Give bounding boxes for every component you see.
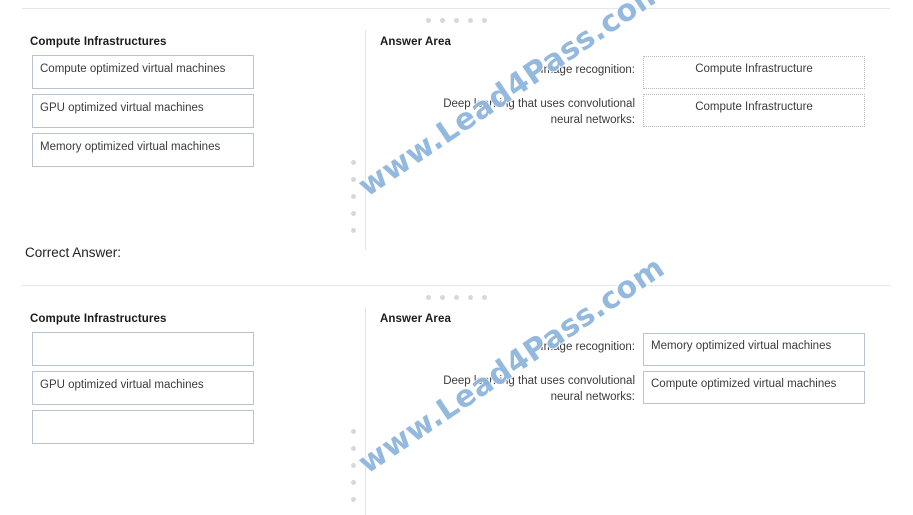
grip-dot	[351, 429, 356, 434]
section-top-divider	[22, 8, 890, 9]
grip-dot	[440, 295, 445, 300]
vertical-grip-dots[interactable]	[351, 160, 356, 233]
grip-dot	[351, 497, 356, 502]
grip-dot	[468, 295, 473, 300]
source-item-1[interactable]: GPU optimized virtual machines	[32, 94, 254, 128]
grip-dot	[482, 295, 487, 300]
source-panel-title: Compute Infrastructures	[30, 313, 167, 325]
panel-vertical-divider	[365, 30, 366, 250]
answer-slot-0[interactable]: Compute Infrastructure	[643, 56, 865, 89]
grip-dot	[351, 228, 356, 233]
horizontal-grip-dots[interactable]	[426, 18, 487, 23]
grip-dot	[351, 463, 356, 468]
answer-row-label-0: Image recognition:	[540, 64, 635, 76]
grip-dot	[426, 18, 431, 23]
grip-dot	[351, 160, 356, 165]
answer-panel-title: Answer Area	[380, 313, 451, 325]
grip-dot	[454, 295, 459, 300]
grip-dot	[351, 446, 356, 451]
answer-row-label-1: Deep learning that uses convolutional ne…	[443, 98, 635, 126]
grip-dot	[482, 18, 487, 23]
panel-vertical-divider	[365, 307, 366, 515]
source-item-1[interactable]: GPU optimized virtual machines	[32, 371, 254, 405]
question-section: Compute Infrastructures Compute optimize…	[0, 0, 913, 250]
source-item-0[interactable]	[32, 332, 254, 366]
exam-question-screenshot: Compute Infrastructures Compute optimize…	[0, 0, 913, 515]
answer-panel-title: Answer Area	[380, 36, 451, 48]
source-item-2[interactable]	[32, 410, 254, 444]
answer-row-label-0: Image recognition:	[540, 341, 635, 353]
correct-answer-caption: Correct Answer:	[25, 245, 122, 260]
source-item-2[interactable]: Memory optimized virtual machines	[32, 133, 254, 167]
vertical-grip-dots[interactable]	[351, 429, 356, 502]
answer-row-label-1: Deep learning that uses convolutional ne…	[443, 375, 635, 403]
grip-dot	[351, 211, 356, 216]
answer-slot-1[interactable]: Compute optimized virtual machines	[643, 371, 865, 404]
answer-slot-1[interactable]: Compute Infrastructure	[643, 94, 865, 127]
answer-slot-0[interactable]: Memory optimized virtual machines	[643, 333, 865, 366]
source-panel-title: Compute Infrastructures	[30, 36, 167, 48]
grip-dot	[440, 18, 445, 23]
grip-dot	[351, 177, 356, 182]
grip-dot	[454, 18, 459, 23]
grip-dot	[351, 194, 356, 199]
correct-answer-section: Compute Infrastructures GPU optimized vi…	[0, 249, 913, 515]
grip-dot	[426, 295, 431, 300]
grip-dot	[351, 480, 356, 485]
grip-dot	[468, 18, 473, 23]
section-top-divider	[22, 285, 890, 286]
horizontal-grip-dots[interactable]	[426, 295, 487, 300]
source-item-0[interactable]: Compute optimized virtual machines	[32, 55, 254, 89]
